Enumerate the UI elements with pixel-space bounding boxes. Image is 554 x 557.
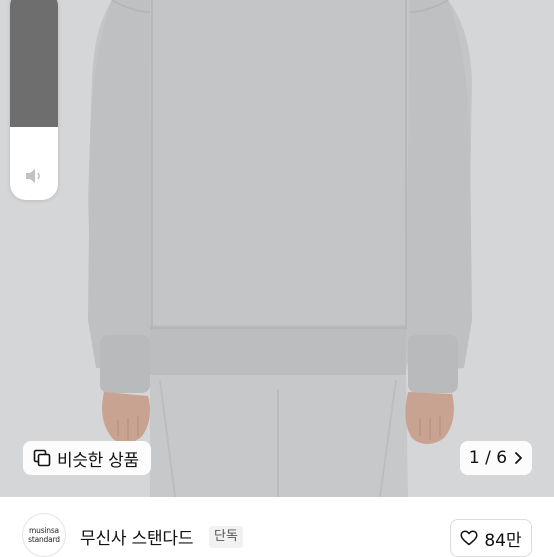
brand-logo-line1: musinsa — [29, 526, 59, 535]
speaker-icon[interactable] — [25, 168, 43, 184]
brand-logo[interactable]: musinsa standard — [22, 513, 66, 557]
similar-products-label: 비슷한 상품 — [57, 450, 139, 471]
chevron-right-icon — [515, 452, 522, 464]
volume-level-fill — [10, 0, 58, 127]
copy-search-icon — [33, 449, 51, 467]
similar-products-button[interactable]: 비슷한 상품 — [23, 441, 151, 475]
volume-slider[interactable] — [10, 0, 58, 200]
heart-outline-icon — [460, 530, 478, 546]
brand-logo-line2: standard — [28, 535, 60, 544]
like-count: 84만 — [484, 530, 522, 551]
exclusive-badge: 단독 — [209, 526, 243, 548]
image-counter: 1 / 6 — [468, 448, 508, 468]
product-photo[interactable] — [0, 0, 554, 497]
model-illustration — [0, 0, 554, 497]
image-pager[interactable]: 1 / 6 — [460, 441, 532, 475]
brand-name-link[interactable]: 무신사 스탠다드 — [80, 524, 193, 549]
like-button[interactable]: 84만 — [450, 519, 532, 557]
